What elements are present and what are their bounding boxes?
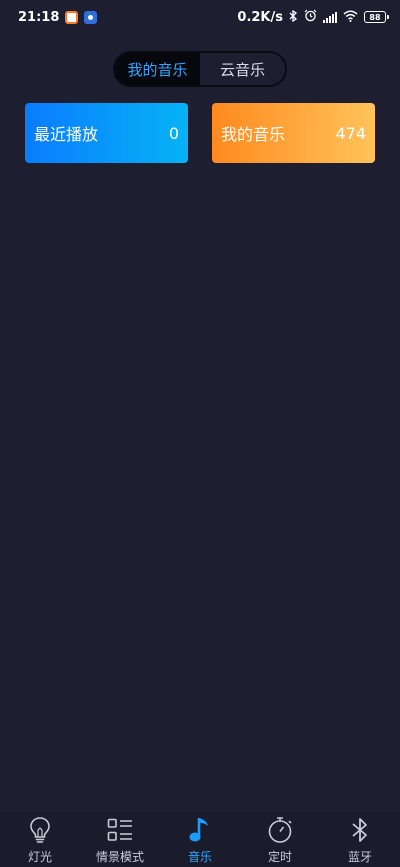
recent-played-card[interactable]: 最近播放 0 [25,103,188,163]
my-music-count: 474 [335,123,366,143]
my-music-label: 我的音乐 [221,125,286,144]
nav-label-music: 音乐 [187,850,212,864]
nav-label-timer: 定时 [267,850,292,864]
recent-played-label: 最近播放 [34,125,99,144]
tab-cloud-music[interactable]: 云音乐 [200,53,285,85]
nav-item-light[interactable]: 灯光 [0,812,80,867]
nav-item-timer[interactable]: 定时 [240,812,320,867]
scene-list-icon [106,816,134,844]
tab-my-music[interactable]: 我的音乐 [115,53,200,85]
status-left: 21:18 [18,9,98,25]
music-source-tabs: 我的音乐 云音乐 [113,51,287,87]
music-note-icon [186,816,214,844]
nav-label-light: 灯光 [27,850,52,864]
network-speed: 0.2K/s [237,9,283,25]
battery-icon: 88 [364,11,389,23]
timer-icon [266,816,294,844]
recent-played-count: 0 [168,123,179,143]
music-screen: 21:18 0.2K/s 88 我的音乐 云音乐 最近播放 0 我的音乐 474… [0,0,400,867]
nav-label-bluetooth: 蓝牙 [347,850,372,864]
bottom-nav: 灯光 情景模式 音乐 定时 蓝牙 [0,812,400,867]
status-time: 21:18 [18,9,60,25]
my-music-card[interactable]: 我的音乐 474 [212,103,375,163]
alarm-icon [304,9,317,25]
nav-label-scene: 情景模式 [95,850,144,864]
nav-item-music[interactable]: 音乐 [160,812,240,867]
bulb-icon [26,816,54,844]
status-right: 0.2K/s 88 [237,9,389,25]
nav-item-bluetooth[interactable]: 蓝牙 [320,812,400,867]
signal-icon [323,11,337,23]
bluetooth-icon [346,816,374,844]
bluetooth-status-icon [289,9,298,25]
shield-notification-icon [84,10,98,24]
wifi-icon [343,10,358,25]
status-bar: 21:18 0.2K/s 88 [0,0,400,34]
app-notification-icon [65,10,79,24]
nav-item-scene[interactable]: 情景模式 [80,812,160,867]
